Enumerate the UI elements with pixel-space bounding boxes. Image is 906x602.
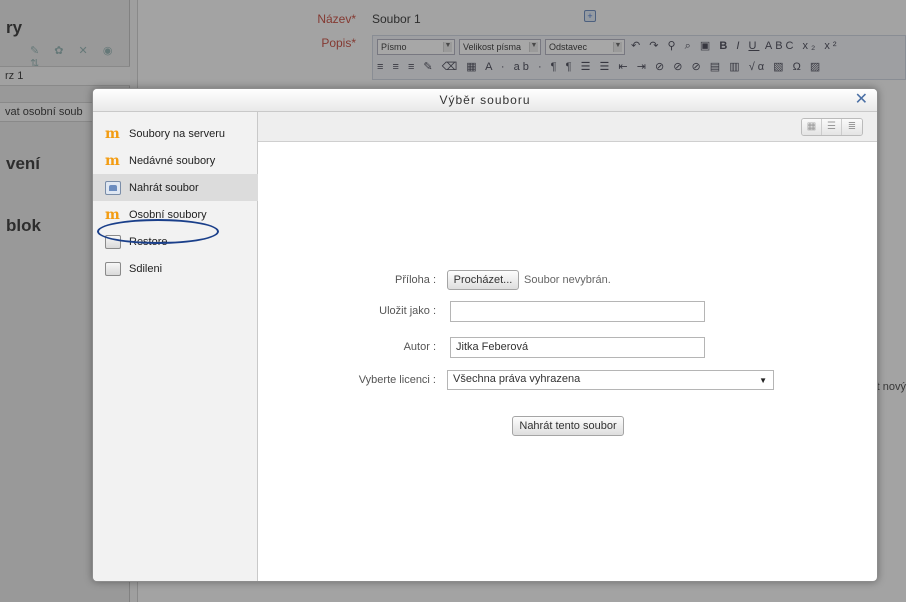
repo-item-restore[interactable]: Restore xyxy=(93,228,258,255)
repo-label: Nedávné soubory xyxy=(129,154,216,167)
upload-icon xyxy=(105,180,121,195)
content-toolbar: ▦ ☰ ≣ xyxy=(258,112,877,142)
repository-icon xyxy=(105,234,121,249)
author-input[interactable]: Jitka Feberová xyxy=(450,337,705,358)
author-label: Autor : xyxy=(403,341,436,353)
browse-button[interactable]: Procházet... xyxy=(447,270,519,290)
repo-label: Restore xyxy=(129,235,168,248)
view-switcher: ▦ ☰ ≣ xyxy=(801,118,863,136)
license-label: Vyberte licenci : xyxy=(358,374,436,386)
repo-item-upload-file[interactable]: Nahrát soubor xyxy=(93,174,258,201)
chevron-down-icon: ▼ xyxy=(759,376,767,385)
close-icon[interactable]: ✕ xyxy=(855,91,869,109)
author-row: Autor : Jitka Feberová xyxy=(258,337,877,359)
repo-item-server-files[interactable]: m Soubory na serveru xyxy=(93,120,258,147)
repo-label: Nahrát soubor xyxy=(129,181,199,194)
dialog-title: Výběr souboru xyxy=(439,93,531,107)
attachment-row: Příloha : Procházet... Soubor nevybrán. xyxy=(258,270,877,292)
save-as-label: Uložit jako : xyxy=(379,305,436,317)
attachment-label: Příloha : xyxy=(395,274,436,286)
moodle-icon: m xyxy=(105,152,120,169)
upload-this-file-button[interactable]: Nahrát tento soubor xyxy=(512,416,624,436)
license-select[interactable]: Všechna práva vyhrazena ▼ xyxy=(447,370,774,390)
moodle-icon: m xyxy=(105,206,120,223)
save-as-input[interactable] xyxy=(450,301,705,322)
moodle-icon: m xyxy=(105,125,120,142)
save-as-row: Uložit jako : xyxy=(258,301,877,323)
repo-item-recent-files[interactable]: m Nedávné soubory xyxy=(93,147,258,174)
file-picker-dialog: Výběr souboru ✕ m Soubory na serveru m N… xyxy=(92,88,878,582)
no-file-text: Soubor nevybrán. xyxy=(524,274,611,286)
repository-icon xyxy=(105,261,121,276)
license-row: Vyberte licenci : Všechna práva vyhrazen… xyxy=(258,370,877,392)
repo-label: Osobní soubory xyxy=(129,208,207,221)
repository-list: m Soubory na serveru m Nedávné soubory N… xyxy=(93,112,258,581)
license-value: Všechna práva vyhrazena xyxy=(453,373,581,385)
tree-view-icon[interactable]: ≣ xyxy=(842,119,862,135)
repo-item-sharing[interactable]: Sdileni xyxy=(93,255,258,282)
dialog-header: Výběr souboru ✕ xyxy=(93,89,877,112)
icons-view-icon[interactable]: ▦ xyxy=(802,119,822,135)
repo-item-private-files[interactable]: m Osobní soubory xyxy=(93,201,258,228)
repo-label: Sdileni xyxy=(129,262,163,275)
list-view-icon[interactable]: ☰ xyxy=(822,119,842,135)
repo-label: Soubory na serveru xyxy=(129,127,225,140)
